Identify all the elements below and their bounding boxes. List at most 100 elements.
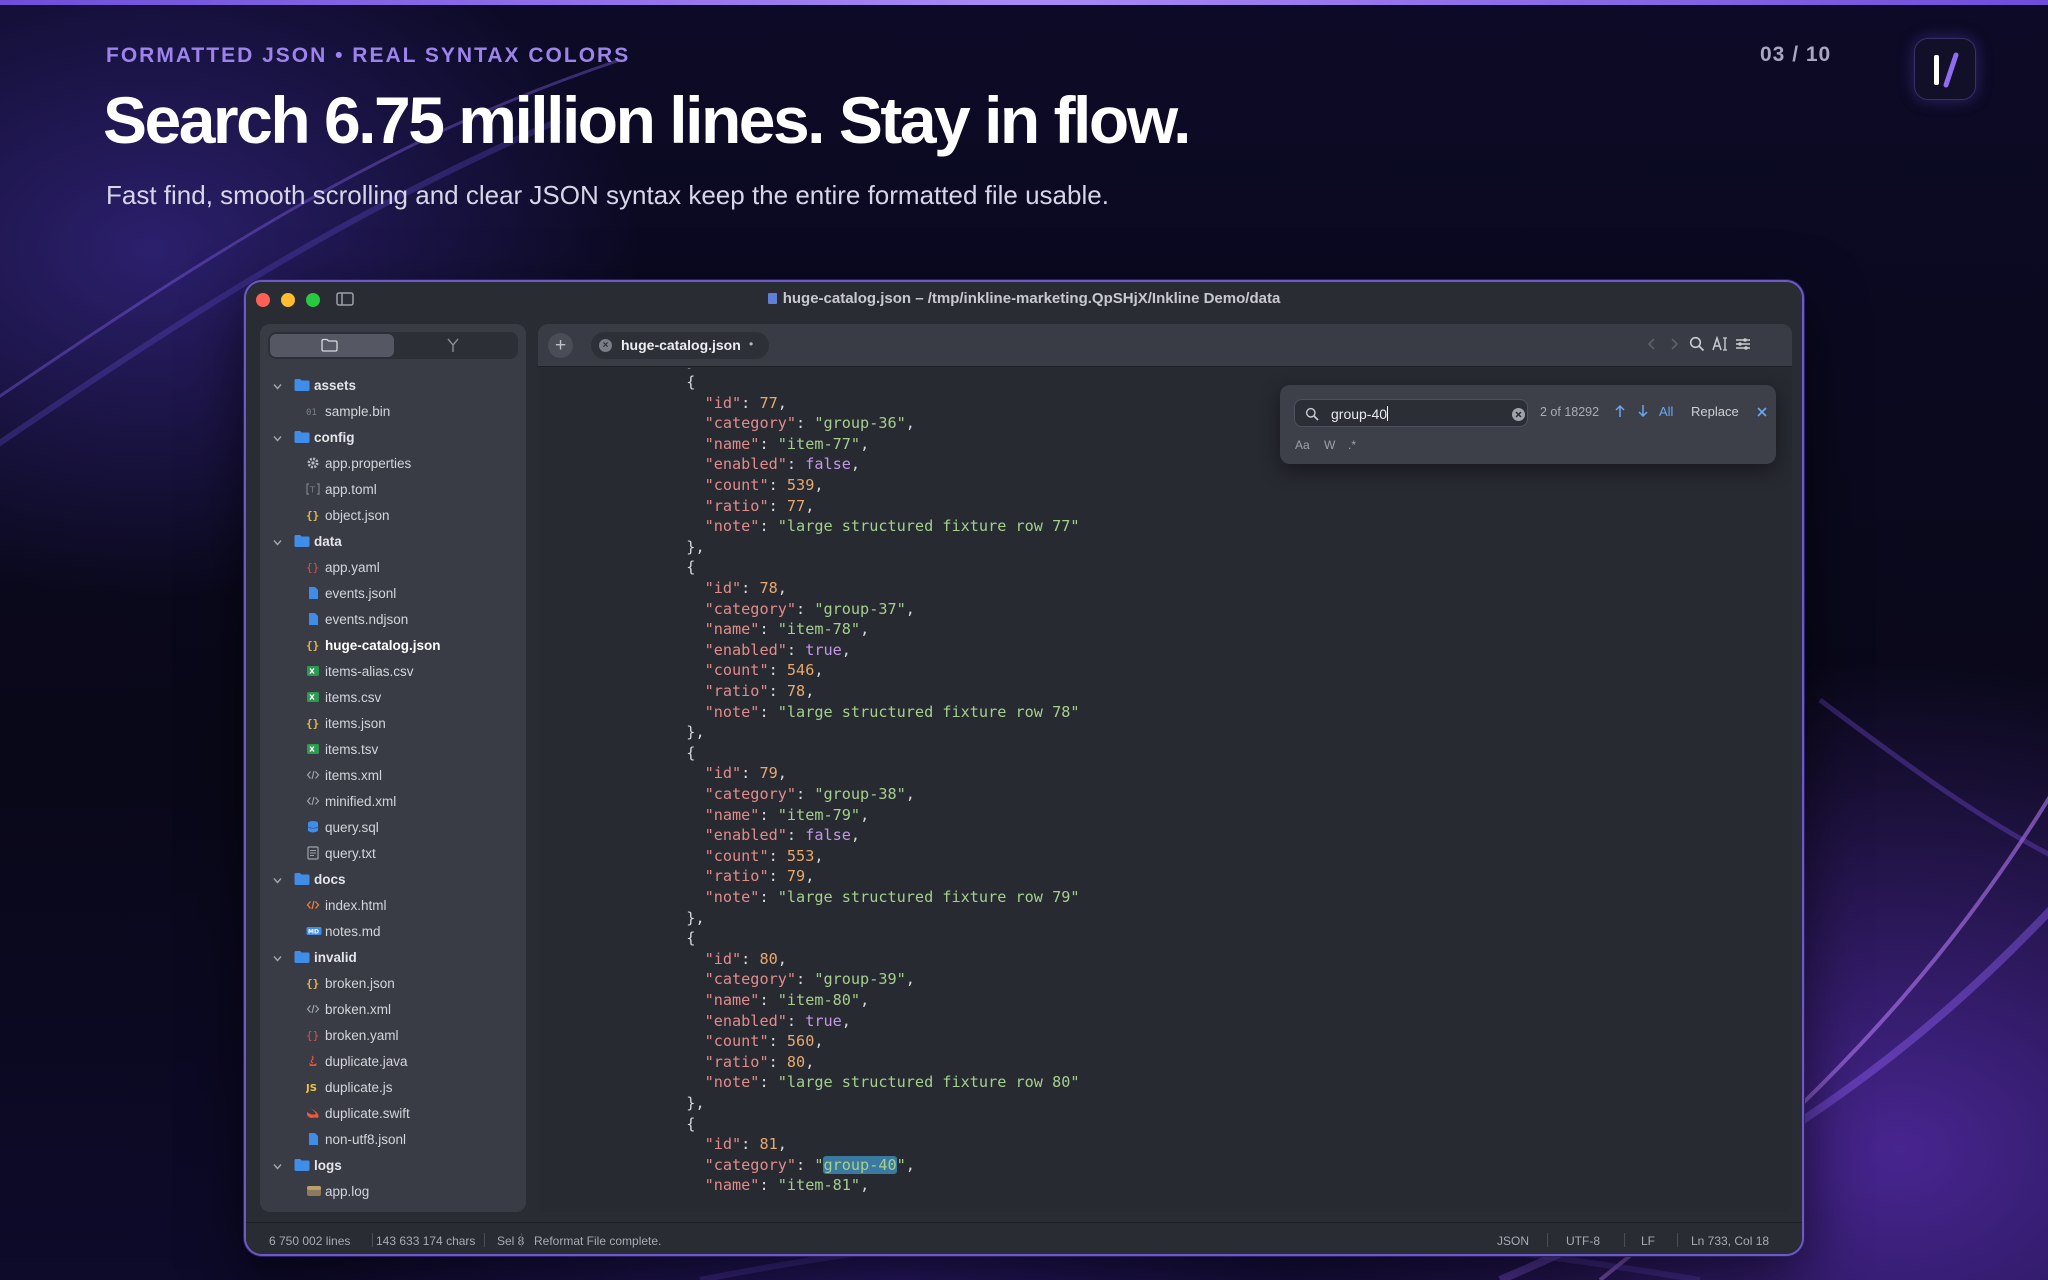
folder-item[interactable]: data — [260, 529, 526, 555]
file-item[interactable]: {} object.json — [260, 503, 526, 529]
file-item[interactable]: {} items.json — [260, 711, 526, 737]
editor-pane: + × huge-catalog.json • 694 },695 {696 "… — [538, 324, 1792, 1212]
line-source: "name": "item-77", — [704, 434, 870, 453]
folder-icon — [294, 950, 310, 967]
code-icon — [306, 768, 320, 785]
replace-toggle-button[interactable]: Replace — [1691, 404, 1739, 419]
line-source: "enabled": false, — [704, 826, 861, 845]
folder-icon — [294, 872, 310, 889]
file-item[interactable]: Tapp.toml — [260, 477, 526, 503]
find-input[interactable]: group-40 — [1294, 399, 1528, 427]
file-item[interactable]: MD notes.md — [260, 919, 526, 945]
tree-item-label: app.log — [325, 1184, 370, 1199]
close-tab-icon[interactable]: × — [599, 339, 612, 352]
tree-item-label: items.xml — [325, 768, 382, 783]
tree-item-label: events.ndjson — [325, 612, 409, 627]
search-icon[interactable] — [1689, 336, 1705, 357]
chevron-down-icon[interactable] — [272, 952, 283, 967]
select-all-matches-button[interactable]: All — [1659, 404, 1673, 419]
file-item[interactable]: {} broken.json — [260, 971, 526, 997]
line-source: "category": "group-38", — [704, 785, 915, 803]
folder-item[interactable]: invalid — [260, 945, 526, 971]
cursor-position[interactable]: Ln 733, Col 18 — [1691, 1234, 1769, 1248]
tree-item-label: duplicate.js — [325, 1080, 393, 1095]
file-item[interactable]: query.sql — [260, 815, 526, 841]
file-item[interactable]: non-utf8.jsonl — [260, 1127, 526, 1153]
back-arrow-icon[interactable] — [1646, 336, 1658, 357]
document-icon — [306, 1132, 320, 1149]
close-find-icon[interactable] — [1756, 405, 1768, 423]
next-match-icon[interactable] — [1637, 404, 1649, 423]
line-source: "note": "large structured fixture row 78… — [704, 702, 1080, 721]
file-item[interactable]: items.tsv — [260, 737, 526, 763]
line-source: "ratio": 80, — [704, 1052, 815, 1071]
file-item[interactable]: {} app.yaml — [260, 555, 526, 581]
chevron-down-icon[interactable] — [272, 536, 283, 551]
json-icon: {} — [306, 716, 320, 733]
chevron-down-icon[interactable] — [272, 432, 283, 447]
status-divider — [521, 1233, 522, 1247]
json-icon: {} — [306, 508, 320, 525]
folder-mode-icon[interactable] — [321, 338, 338, 352]
json-icon: {} — [306, 638, 320, 655]
file-item[interactable]: JS duplicate.js — [260, 1075, 526, 1101]
whole-word-toggle[interactable]: W — [1324, 438, 1335, 452]
file-item[interactable]: items.csv — [260, 685, 526, 711]
text-format-icon[interactable] — [1712, 335, 1730, 357]
file-item[interactable]: minified.xml — [260, 789, 526, 815]
svg-text:{}: {} — [306, 977, 319, 990]
clear-search-icon[interactable] — [1512, 408, 1525, 421]
chevron-down-icon[interactable] — [272, 380, 283, 395]
git-branch-icon[interactable] — [446, 337, 460, 353]
line-source: "id": 79, — [704, 764, 787, 783]
line-ending-button[interactable]: LF — [1641, 1234, 1655, 1248]
chevron-down-icon[interactable] — [272, 874, 283, 889]
code-icon — [306, 1002, 320, 1019]
file-item[interactable]: duplicate.swift — [260, 1101, 526, 1127]
file-item[interactable]: 01 sample.bin — [260, 399, 526, 425]
code-view[interactable]: 694 },695 {696 "id": 77,697 "category": … — [538, 368, 1792, 1208]
language-mode-button[interactable]: JSON — [1497, 1234, 1529, 1248]
regex-toggle[interactable]: .* — [1348, 438, 1356, 452]
new-tab-button[interactable]: + — [548, 333, 573, 358]
html-icon — [306, 898, 320, 915]
match-case-toggle[interactable]: Aa — [1295, 438, 1310, 452]
toml-icon: T — [306, 482, 320, 499]
previous-match-icon[interactable] — [1614, 404, 1626, 423]
file-item[interactable]: items-alias.csv — [260, 659, 526, 685]
status-divider — [1677, 1233, 1678, 1247]
status-bar: 6 750 002 lines 143 633 174 chars Sel 8 … — [246, 1222, 1802, 1254]
headline: Search 6.75 million lines. Stay in flow. — [103, 83, 1191, 157]
tree-item-label: items.json — [325, 716, 386, 731]
encoding-button[interactable]: UTF-8 — [1566, 1234, 1600, 1248]
svg-text:{}: {} — [306, 639, 319, 652]
spreadsheet-icon — [306, 664, 320, 681]
folder-item[interactable]: assets — [260, 373, 526, 399]
file-item[interactable]: {} huge-catalog.json — [260, 633, 526, 659]
file-item[interactable]: {} broken.yaml — [260, 1023, 526, 1049]
settings-sliders-icon[interactable] — [1735, 336, 1751, 357]
tree-item-label: broken.xml — [325, 1002, 392, 1017]
log-icon — [306, 1184, 322, 1201]
line-source: "note": "large structured fixture row 77… — [704, 517, 1080, 536]
sidebar-mode-switch — [268, 332, 518, 359]
document-icon — [306, 586, 320, 603]
file-item[interactable]: events.jsonl — [260, 581, 526, 607]
folder-item[interactable]: docs — [260, 867, 526, 893]
file-item[interactable]: index.html — [260, 893, 526, 919]
file-item[interactable]: app.log — [260, 1179, 526, 1205]
folder-item[interactable]: logs — [260, 1153, 526, 1179]
file-item[interactable]: query.txt — [260, 841, 526, 867]
chevron-down-icon[interactable] — [272, 1160, 283, 1175]
file-item[interactable]: duplicate.java — [260, 1049, 526, 1075]
file-item[interactable]: events.ndjson — [260, 607, 526, 633]
js-icon: JS — [305, 1080, 322, 1097]
forward-arrow-icon[interactable] — [1668, 336, 1680, 357]
spreadsheet-icon — [306, 742, 320, 759]
file-item[interactable]: items.xml — [260, 763, 526, 789]
file-item[interactable]: broken.xml — [260, 997, 526, 1023]
tab-huge-catalog[interactable]: × huge-catalog.json • — [591, 332, 769, 359]
folder-item[interactable]: config — [260, 425, 526, 451]
tree-item-label: object.json — [325, 508, 390, 523]
file-item[interactable]: app.properties — [260, 451, 526, 477]
